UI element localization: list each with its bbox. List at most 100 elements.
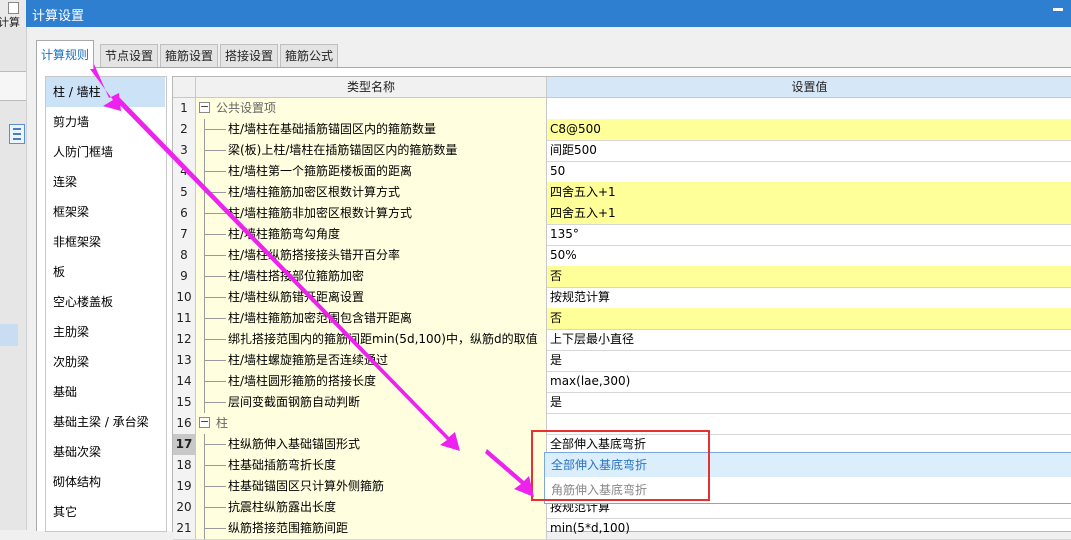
row-number[interactable]: 13 bbox=[173, 350, 196, 371]
setting-name-cell[interactable]: 柱纵筋伸入基础锚固形式 bbox=[196, 434, 547, 455]
row-number[interactable]: 8 bbox=[173, 245, 196, 266]
minimize-icon[interactable] bbox=[1053, 8, 1063, 11]
category-item[interactable]: 基础主梁 / 承台梁 bbox=[46, 407, 165, 437]
row-number[interactable]: 17 bbox=[173, 434, 196, 455]
row-number[interactable]: 15 bbox=[173, 392, 196, 413]
row-number[interactable]: 14 bbox=[173, 371, 196, 392]
category-item[interactable]: 基础 bbox=[46, 377, 165, 407]
row-number[interactable]: 5 bbox=[173, 182, 196, 203]
category-item[interactable]: 主肋梁 bbox=[46, 317, 165, 347]
row-number[interactable]: 19 bbox=[173, 476, 196, 497]
table-row[interactable]: 21 纵筋搭接范围箍筋间距 min(5*d,100) bbox=[173, 518, 1071, 540]
collapse-icon[interactable]: − bbox=[199, 101, 210, 113]
background-selected-item[interactable] bbox=[0, 324, 18, 346]
setting-value-cell[interactable] bbox=[547, 413, 1071, 434]
setting-name-cell[interactable]: 柱/墙柱箍筋弯勾角度 bbox=[196, 224, 547, 245]
setting-name-cell[interactable]: 纵筋搭接范围箍筋间距 bbox=[196, 518, 547, 539]
setting-value-cell[interactable]: 135° bbox=[547, 224, 1071, 245]
value-column-header[interactable]: 设置值 bbox=[547, 77, 1071, 97]
row-number[interactable]: 21 bbox=[173, 518, 196, 539]
collapse-icon[interactable]: − bbox=[199, 416, 210, 428]
row-number[interactable]: 6 bbox=[173, 203, 196, 224]
table-row[interactable]: 10 柱/墙柱纵筋错开距离设置 按规范计算 bbox=[173, 287, 1071, 309]
list-view-icon[interactable] bbox=[9, 124, 25, 144]
category-item[interactable]: 砌体结构 bbox=[46, 467, 165, 497]
setting-name-cell[interactable]: 柱基础插筋弯折长度 bbox=[196, 455, 547, 476]
group-header-cell[interactable]: − 柱 bbox=[196, 413, 547, 434]
category-item[interactable]: 次肋梁 bbox=[46, 347, 165, 377]
category-item[interactable]: 框架梁 bbox=[46, 197, 165, 227]
setting-value-cell[interactable]: 否 bbox=[547, 266, 1071, 287]
setting-name-cell[interactable]: 柱/墙柱箍筋非加密区根数计算方式 bbox=[196, 203, 547, 224]
row-number[interactable]: 1 bbox=[173, 98, 196, 119]
table-row[interactable]: 16− 柱 bbox=[173, 413, 1071, 435]
setting-value-cell[interactable]: 上下层最小直径 bbox=[547, 329, 1071, 350]
setting-name-cell[interactable]: 柱基础锚固区只计算外侧箍筋 bbox=[196, 476, 547, 497]
category-item[interactable]: 基础次梁 bbox=[46, 437, 165, 467]
setting-name-cell[interactable]: 柱/墙柱螺旋箍筋是否连续通过 bbox=[196, 350, 547, 371]
dropdown-option-corner-bend[interactable]: 角筋伸入基底弯折 bbox=[545, 478, 1071, 502]
setting-name-cell[interactable]: 柱/墙柱纵筋搭接接头错开百分率 bbox=[196, 245, 547, 266]
tab-calc-rules[interactable]: 计算规则 bbox=[36, 40, 95, 69]
row-number[interactable]: 9 bbox=[173, 266, 196, 287]
tab-node-settings[interactable]: 节点设置 bbox=[100, 44, 159, 67]
row-number[interactable]: 11 bbox=[173, 308, 196, 329]
table-row[interactable]: 8 柱/墙柱纵筋搭接接头错开百分率 50% bbox=[173, 245, 1071, 267]
setting-name-cell[interactable]: 层间变截面钢筋自动判断 bbox=[196, 392, 547, 413]
tab-stirrup-settings[interactable]: 箍筋设置 bbox=[160, 44, 219, 67]
group-header-cell[interactable]: − 公共设置项 bbox=[196, 98, 547, 119]
table-row[interactable]: 7 柱/墙柱箍筋弯勾角度 135° bbox=[173, 224, 1071, 246]
table-row[interactable]: 6 柱/墙柱箍筋非加密区根数计算方式 四舍五入+1 bbox=[173, 203, 1071, 225]
setting-value-cell[interactable]: 按规范计算 bbox=[547, 287, 1071, 308]
setting-name-cell[interactable]: 柱/墙柱搭接部位箍筋加密 bbox=[196, 266, 547, 287]
row-number[interactable]: 2 bbox=[173, 119, 196, 140]
table-row[interactable]: 14 柱/墙柱圆形箍筋的搭接长度 max(lae,300) bbox=[173, 371, 1071, 393]
row-number[interactable]: 7 bbox=[173, 224, 196, 245]
setting-value-cell[interactable] bbox=[547, 98, 1071, 119]
setting-value-cell[interactable]: max(lae,300) bbox=[547, 371, 1071, 392]
tab-stirrup-formula[interactable]: 箍筋公式 bbox=[280, 44, 339, 67]
row-number[interactable]: 3 bbox=[173, 140, 196, 161]
setting-name-cell[interactable]: 柱/墙柱箍筋加密范围包含错开距离 bbox=[196, 308, 547, 329]
setting-name-cell[interactable]: 柱/墙柱箍筋加密区根数计算方式 bbox=[196, 182, 547, 203]
setting-value-cell[interactable]: C8@500 bbox=[547, 119, 1071, 140]
category-item[interactable]: 剪力墙 bbox=[46, 107, 165, 137]
tab-lap-settings[interactable]: 搭接设置 bbox=[220, 44, 279, 67]
setting-value-cell[interactable]: 50 bbox=[547, 161, 1071, 182]
category-item[interactable]: 空心楼盖板 bbox=[46, 287, 165, 317]
row-number[interactable]: 16 bbox=[173, 413, 196, 434]
setting-name-cell[interactable]: 绑扎搭接范围内的箍筋间距min(5d,100)中，纵筋d的取值 bbox=[196, 329, 547, 350]
category-item[interactable]: 柱 / 墙柱 bbox=[46, 77, 165, 107]
table-row[interactable]: 9 柱/墙柱搭接部位箍筋加密 否 bbox=[173, 266, 1071, 288]
table-row[interactable]: 2 柱/墙柱在基础插筋锚固区内的箍筋数量 C8@500 bbox=[173, 119, 1071, 141]
dropdown-option-all-bend[interactable]: 全部伸入基底弯折 bbox=[545, 453, 1071, 477]
setting-value-cell[interactable]: 是 bbox=[547, 350, 1071, 371]
category-item[interactable]: 其它 bbox=[46, 497, 165, 527]
setting-name-cell[interactable]: 抗震柱纵筋露出长度 bbox=[196, 497, 547, 518]
setting-value-cell[interactable]: 是 bbox=[547, 392, 1071, 413]
setting-name-cell[interactable]: 柱/墙柱纵筋错开距离设置 bbox=[196, 287, 547, 308]
setting-value-cell[interactable]: 四舍五入+1 bbox=[547, 182, 1071, 203]
setting-name-cell[interactable]: 柱/墙柱在基础插筋锚固区内的箍筋数量 bbox=[196, 119, 547, 140]
row-number[interactable]: 4 bbox=[173, 161, 196, 182]
table-row[interactable]: 5 柱/墙柱箍筋加密区根数计算方式 四舍五入+1 bbox=[173, 182, 1071, 204]
category-item[interactable]: 连梁 bbox=[46, 167, 165, 197]
table-row[interactable]: 11 柱/墙柱箍筋加密范围包含错开距离 否 bbox=[173, 308, 1071, 330]
table-row[interactable]: 3 梁(板)上柱/墙柱在插筋锚固区内的箍筋数量 间距500 bbox=[173, 140, 1071, 162]
setting-value-cell[interactable]: min(5*d,100) bbox=[547, 518, 1071, 539]
table-row[interactable]: 15 层间变截面钢筋自动判断 是 bbox=[173, 392, 1071, 414]
setting-name-cell[interactable]: 柱/墙柱圆形箍筋的搭接长度 bbox=[196, 371, 547, 392]
category-item[interactable]: 非框架梁 bbox=[46, 227, 165, 257]
category-item[interactable]: 板 bbox=[46, 257, 165, 287]
setting-value-cell[interactable]: 四舍五入+1 bbox=[547, 203, 1071, 224]
row-number[interactable]: 12 bbox=[173, 329, 196, 350]
table-row[interactable]: 13 柱/墙柱螺旋箍筋是否连续通过 是 bbox=[173, 350, 1071, 372]
name-column-header[interactable]: 类型名称 bbox=[196, 77, 547, 97]
table-row[interactable]: 1− 公共设置项 bbox=[173, 98, 1071, 120]
table-row[interactable]: 12 绑扎搭接范围内的箍筋间距min(5d,100)中，纵筋d的取值 上下层最小直径 bbox=[173, 329, 1071, 351]
setting-name-cell[interactable]: 柱/墙柱第一个箍筋距楼板面的距离 bbox=[196, 161, 547, 182]
category-item[interactable]: 人防门框墙 bbox=[46, 137, 165, 167]
setting-name-cell[interactable]: 梁(板)上柱/墙柱在插筋锚固区内的箍筋数量 bbox=[196, 140, 547, 161]
table-row[interactable]: 4 柱/墙柱第一个箍筋距楼板面的距离 50 bbox=[173, 161, 1071, 183]
setting-value-cell[interactable]: 50% bbox=[547, 245, 1071, 266]
